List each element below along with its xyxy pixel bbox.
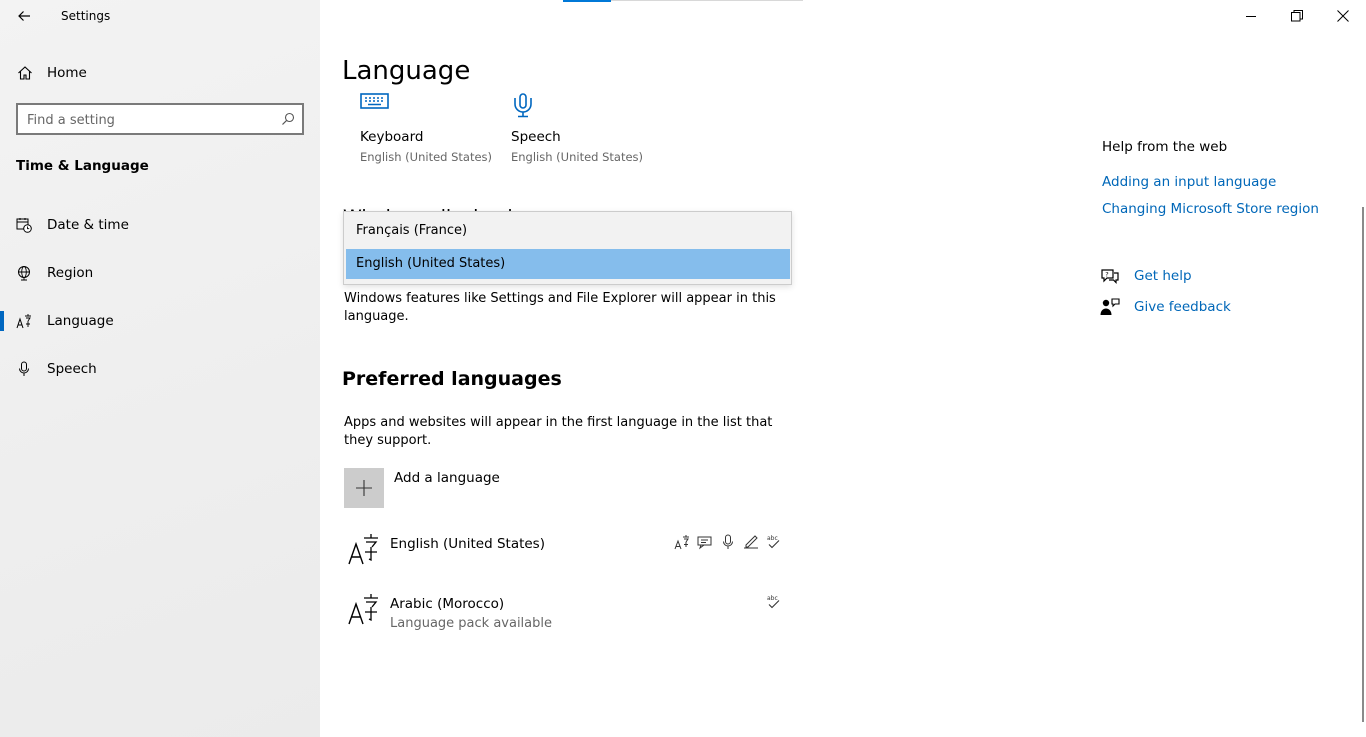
add-language-button[interactable]: Add a language <box>344 468 644 508</box>
sidebar-item-language[interactable]: Language <box>0 301 320 341</box>
restore-icon <box>1291 10 1303 22</box>
minimize-icon <box>1245 15 1256 17</box>
keyboard-tile[interactable]: Keyboard English (United States) <box>360 92 500 172</box>
globe-icon <box>18 266 30 281</box>
dropdown-option-selected[interactable]: English (United States) <box>346 249 790 279</box>
help-title: Help from the web <box>1102 139 1228 155</box>
svg-text:abc: abc <box>767 595 778 602</box>
feedback-icon <box>1100 298 1120 315</box>
get-help-label: Get help <box>1134 268 1192 284</box>
language-name: Arabic (Morocco) <box>390 596 505 612</box>
calendar-clock-icon <box>16 218 32 233</box>
restore-button[interactable] <box>1274 0 1320 32</box>
preferred-languages-description: Apps and websites will appear in the fir… <box>344 415 773 448</box>
get-help-link[interactable]: ? Get help <box>1100 265 1300 289</box>
language-row-arabic[interactable]: Arabic (Morocco) Language pack available… <box>344 590 784 640</box>
close-button[interactable] <box>1320 0 1366 32</box>
back-button[interactable] <box>10 4 38 28</box>
spellcheck-icon: abc <box>767 535 780 549</box>
sidebar-item-label: Speech <box>47 361 97 377</box>
feature-icons: abc <box>674 534 782 550</box>
sidebar-item-label: Date & time <box>47 217 129 233</box>
back-arrow-icon <box>18 11 30 21</box>
plus-icon <box>344 468 384 508</box>
dropdown-option[interactable]: Français (France) <box>346 216 790 246</box>
tile-name: Keyboard <box>360 129 424 145</box>
sidebar-item-label: Language <box>47 313 114 329</box>
sidebar-item-speech[interactable]: Speech <box>0 349 320 389</box>
display-language-description: Windows features like Settings and File … <box>344 291 776 324</box>
tile-subtitle: English (United States) <box>360 150 493 164</box>
speech-recognition-icon <box>723 534 733 549</box>
add-language-label: Add a language <box>394 470 500 486</box>
search-icon[interactable] <box>281 112 295 126</box>
top-accent <box>563 0 611 2</box>
svg-text:?: ? <box>1105 271 1108 279</box>
spellcheck-icon: abc <box>767 595 780 609</box>
page-title: Language <box>342 56 471 86</box>
display-language-dropdown[interactable]: Français (France) English (United States… <box>343 211 792 285</box>
nav-home-label: Home <box>47 65 87 81</box>
language-status: Language pack available <box>390 616 552 631</box>
search-box[interactable] <box>16 103 304 135</box>
language-name: English (United States) <box>390 536 545 552</box>
home-icon <box>18 66 32 80</box>
svg-text:abc: abc <box>767 535 778 542</box>
give-feedback-label: Give feedback <box>1134 299 1231 315</box>
section-title: Time & Language <box>16 158 149 174</box>
close-icon <box>1337 10 1349 22</box>
tile-subtitle: English (United States) <box>511 150 644 164</box>
link-changing-store-region[interactable]: Changing Microsoft Store region <box>1102 201 1319 217</box>
minimize-button[interactable] <box>1228 0 1274 32</box>
chat-help-icon: ? <box>1101 269 1119 284</box>
feature-icons: abc <box>766 594 782 610</box>
language-icon <box>348 534 378 565</box>
text-to-speech-icon <box>697 536 712 550</box>
language-icon <box>348 594 378 625</box>
sidebar-item-date-time[interactable]: Date & time <box>0 205 320 245</box>
keyboard-icon <box>360 93 389 109</box>
handwriting-icon <box>744 535 758 549</box>
microphone-icon <box>19 361 29 376</box>
link-adding-input-language[interactable]: Adding an input language <box>1102 174 1276 190</box>
nav-home[interactable]: Home <box>0 57 320 89</box>
app-title: Settings <box>61 9 111 23</box>
preferred-languages-heading: Preferred languages <box>342 368 562 390</box>
give-feedback-link[interactable]: Give feedback <box>1100 296 1300 320</box>
language-row-english[interactable]: English (United States) abc <box>344 530 784 580</box>
speech-tile[interactable]: Speech English (United States) <box>511 92 651 172</box>
sidebar-item-label: Region <box>47 265 94 281</box>
tile-name: Speech <box>511 129 561 145</box>
speech-icon <box>514 93 532 118</box>
sidebar-item-region[interactable]: Region <box>0 253 320 293</box>
display-language-icon <box>674 535 689 550</box>
search-input[interactable] <box>27 111 277 129</box>
sidebar: Settings Home Time & Language Date & tim… <box>0 0 320 737</box>
scrollbar[interactable] <box>1362 207 1364 722</box>
language-icon <box>16 314 31 329</box>
